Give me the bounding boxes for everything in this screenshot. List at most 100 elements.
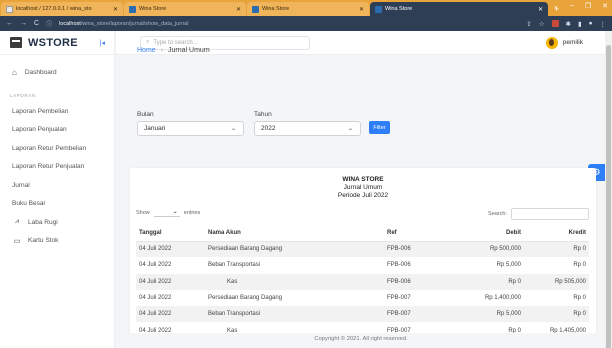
sidebar-item-buku-besar[interactable]: Buku Besar [0, 195, 114, 214]
tab-label: Wina Store [139, 6, 167, 12]
menu-icon[interactable]: ⋮ [600, 20, 607, 28]
browser-tabbar: localhost / 127.0.0.1 / wina_sto ✕ Wina … [0, 0, 612, 16]
search-placeholder: Type to search... [153, 39, 198, 46]
close-tab-icon[interactable]: ✕ [538, 6, 543, 13]
bookmark-star-icon[interactable]: ☆ [539, 20, 545, 28]
show-label: Show [136, 209, 150, 216]
column-header[interactable]: Debit [454, 226, 524, 242]
window-controls: ⌄ – ❐ ✕ [553, 2, 608, 10]
chevron-down-icon[interactable]: ⌄ [553, 2, 559, 10]
close-tab-icon[interactable]: ✕ [236, 6, 241, 13]
tahun-value: 2022 [261, 125, 276, 132]
home-icon: ⌂ [12, 67, 17, 77]
minimize-icon[interactable]: – [570, 2, 574, 10]
brand: WSTORE |◂ [0, 31, 114, 55]
breadcrumb-home-link[interactable]: Home [137, 47, 156, 54]
cell-kredit: Rp 505,000 [524, 273, 589, 290]
cell-akun: Persediaan Barang Dagang [205, 241, 384, 258]
cell-ref: FPB-006 [384, 241, 454, 258]
report-card: WINA STORE Jurnal Umum Periode Juli 2022… [130, 168, 596, 348]
sidebar-item-label: Laporan Pembelian [12, 107, 69, 115]
collapse-sidebar-icon[interactable]: |◂ [100, 39, 105, 47]
sidebar-item-laba-rugi[interactable]: ⩘ Laba Rugi [0, 213, 114, 232]
column-header[interactable]: Tanggal [136, 226, 205, 242]
cell-debit: Rp 5,000 [454, 306, 524, 323]
entries-control: Show ⌄ entries [136, 208, 200, 217]
sidebar-item-label: Laporan Retur Penjualan [12, 163, 85, 171]
user-menu[interactable]: pemilik [545, 36, 583, 49]
close-icon[interactable]: ✕ [602, 2, 608, 10]
sidebar-item-label: Laporan Penjualan [12, 126, 67, 134]
sidebar-item-dashboard[interactable]: ⌂ Dashboard [0, 59, 114, 85]
page-scrollbar[interactable] [605, 31, 612, 348]
sidebar-item-laporan-retur-penjualan[interactable]: Laporan Retur Penjualan [0, 158, 114, 177]
cell-ref: FPB-007 [384, 306, 454, 323]
chevron-down-icon: ⌄ [230, 126, 236, 132]
maximize-icon[interactable]: ❐ [585, 2, 591, 10]
sidebar-item-label: Laporan Retur Pembelian [12, 144, 87, 152]
column-header[interactable]: Nama Akun [205, 226, 384, 242]
cell-tanggal: 04 Juli 2022 [139, 295, 172, 302]
extensions-puzzle-icon[interactable]: ✱ [566, 20, 571, 28]
sidebar-item-laporan-pembelian[interactable]: Laporan Pembelian [0, 102, 114, 121]
scrollbar-thumb[interactable] [606, 45, 611, 348]
breadcrumb: Home › Jurnal Umum [137, 47, 210, 54]
url-host: localhost [59, 20, 81, 27]
back-icon[interactable]: ← [6, 20, 13, 27]
sidebar-item-laporan-retur-pembelian[interactable]: Laporan Retur Pembelian [0, 139, 114, 158]
chevron-down-icon: ⌄ [347, 126, 353, 132]
report-heading: WINA STORE Jurnal Umum Periode Juli 2022 [130, 176, 596, 200]
entries-label: entries [183, 209, 201, 216]
sidebar-item-kartu-stok[interactable]: ▭ Kartu Stok [0, 232, 114, 251]
site-favicon-icon [129, 5, 136, 13]
cell-tanggal: 04 Juli 2022 [136, 273, 205, 290]
table-search-input[interactable] [511, 208, 589, 220]
browser-tab[interactable]: localhost / 127.0.0.1 / wina_sto ✕ [1, 2, 123, 16]
profile-icon[interactable]: ● [589, 20, 593, 27]
report-title: Jurnal Umum [343, 184, 383, 191]
url-path: /wina_store/laporan/jurnal/show_data_jur… [80, 20, 189, 27]
url-field[interactable]: localhost/wina_store/laporan/jurnal/show… [59, 21, 188, 27]
entries-select[interactable]: ⌄ [153, 208, 180, 217]
browser-tab[interactable]: Wina Store ✕ [124, 2, 246, 16]
close-tab-icon[interactable]: ✕ [113, 6, 118, 13]
cell-ref: FPB-006 [387, 262, 411, 269]
table-row: 04 Juli 2022 Persediaan Barang Dagang FP… [136, 290, 589, 306]
cell-akun: Kas [205, 273, 384, 290]
store-logo-icon [10, 37, 22, 48]
search-icon: ⌕ [146, 39, 150, 45]
column-header[interactable]: Ref [384, 226, 454, 242]
chart-line-icon: ⩘ [15, 218, 19, 226]
sidebar-section-title: LAPORAN [10, 93, 36, 98]
info-icon: ⓘ [46, 22, 53, 28]
close-tab-icon[interactable]: ✕ [359, 6, 364, 13]
browser-tab[interactable]: Wina Store ✕ [247, 2, 369, 16]
sidebar-item-label: Dashboard [24, 68, 57, 76]
cell-akun: Beban Transportasi [205, 306, 384, 323]
reload-icon[interactable]: C [34, 20, 39, 27]
browser-tab-active[interactable]: Wina Store ✕ [370, 2, 548, 16]
tab-label: Wina Store [262, 6, 290, 12]
tahun-label: Tahun [254, 111, 272, 118]
sidepanel-icon[interactable]: ▮ [578, 20, 582, 28]
site-favicon-icon [375, 5, 382, 13]
sidebar: WSTORE |◂ ⌂ Dashboard LAPORAN Laporan Pe… [0, 31, 115, 348]
extension-icon[interactable] [551, 20, 559, 27]
table-row: 04 Juli 2022 Persediaan Barang Dagang FP… [136, 241, 589, 258]
bulan-select[interactable]: Januari ⌄ [137, 121, 244, 136]
cell-debit: Rp 1,400,000 [484, 295, 521, 302]
username: pemilik [562, 39, 583, 46]
tab-label: localhost / 127.0.0.1 / wina_sto [16, 6, 92, 12]
tahun-select[interactable]: 2022 ⌄ [254, 121, 361, 136]
footer: Copyright © 2021. All right reserved. [116, 333, 606, 348]
share-icon[interactable]: ⇪ [526, 20, 531, 28]
column-header[interactable]: Kredit [524, 226, 589, 242]
sidebar-item-laporan-penjualan[interactable]: Laporan Penjualan [0, 121, 114, 140]
cell-akun: Beban Transportasi [208, 262, 261, 269]
avatar [545, 36, 558, 49]
filter-button[interactable]: Filter [369, 121, 390, 134]
sidebar-item-jurnal[interactable]: Jurnal [0, 176, 114, 195]
forward-icon[interactable]: → [20, 20, 27, 27]
address-bar: ← → C ⓘ localhost/wina_store/laporan/jur… [0, 16, 612, 31]
sidebar-item-label: Jurnal [12, 181, 30, 189]
